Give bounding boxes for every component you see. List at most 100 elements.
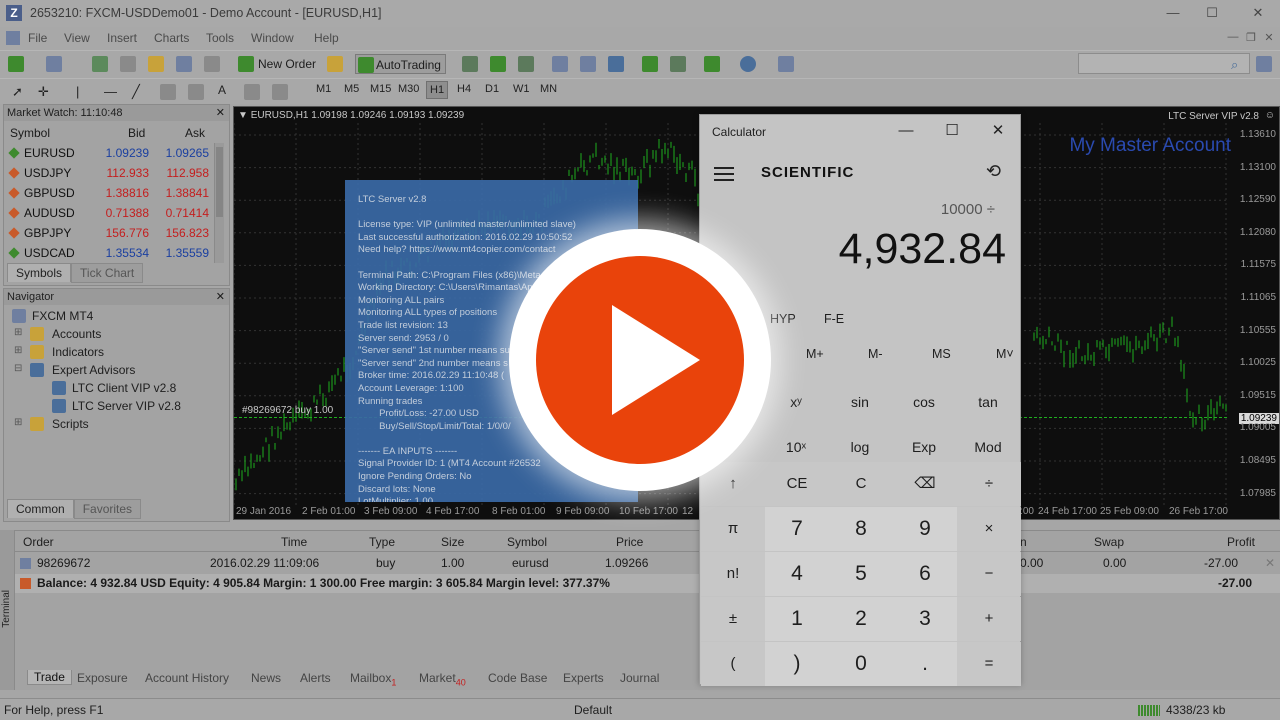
column-symbol[interactable]: Symbol [10, 126, 50, 140]
digit-key[interactable]: 4 [765, 552, 829, 596]
terminal-icon[interactable] [176, 56, 192, 72]
expand-scripts-icon[interactable]: ⊞ [14, 417, 22, 428]
scientific-key[interactable]: sin [828, 380, 892, 424]
menu-insert[interactable]: Insert [107, 31, 137, 45]
calculator-minimize-button[interactable]: — [892, 121, 920, 141]
column-type[interactable]: Type [369, 535, 395, 549]
terminal-tab-market[interactable]: Market40 [419, 671, 466, 687]
market-watch-scrollbar[interactable] [214, 143, 224, 263]
operator-key[interactable]: CE [765, 462, 829, 506]
nav-scripts[interactable]: Scripts [52, 417, 89, 431]
indicators-list-icon[interactable] [704, 56, 720, 72]
hamburger-icon[interactable] [714, 167, 734, 181]
column-symbol[interactable]: Symbol [507, 535, 547, 549]
scientific-key[interactable]: cos [892, 380, 956, 424]
terminal-tab-journal[interactable]: Journal [620, 671, 659, 685]
timeframe-m30[interactable]: M30 [398, 83, 419, 95]
close-button[interactable]: ✕ [1248, 4, 1268, 22]
calculator-close-button[interactable]: ✕ [984, 121, 1012, 141]
digit-key[interactable]: 8 [829, 507, 893, 551]
line-chart-icon[interactable] [518, 56, 534, 72]
nav-ltc-client[interactable]: LTC Client VIP v2.8 [72, 381, 176, 395]
operator-key[interactable]: ⌫ [893, 462, 957, 506]
strategy-tester-icon[interactable] [204, 56, 220, 72]
chart-shift-icon[interactable] [642, 56, 658, 72]
calculator-maximize-button[interactable]: ☐ [938, 121, 966, 141]
digit-key[interactable]: 9 [893, 507, 957, 551]
operator-key[interactable]: − [957, 552, 1021, 596]
tab-tick-chart[interactable]: Tick Chart [71, 263, 144, 283]
tab-symbols[interactable]: Symbols [7, 263, 72, 282]
terminal-tab-exposure[interactable]: Exposure [77, 671, 128, 685]
digit-key[interactable]: 1 [765, 597, 829, 641]
market-watch-row[interactable]: GBPUSD 1.38816 1.38841 [4, 183, 226, 203]
navigator-icon[interactable] [148, 56, 164, 72]
hyp-button[interactable]: HYP [770, 312, 796, 326]
mdi-restore-button[interactable]: ❐ [1244, 31, 1258, 45]
equidistant-channel-icon[interactable] [160, 84, 176, 100]
column-swap[interactable]: Swap [1094, 535, 1124, 549]
crosshair-icon[interactable]: ✛ [38, 84, 54, 100]
operator-key[interactable]: = [957, 642, 1021, 686]
memory-button[interactable]: M˅ [996, 347, 1014, 361]
fibonacci-icon[interactable] [188, 84, 204, 100]
text-icon[interactable]: A [218, 83, 234, 99]
column-size[interactable]: Size [441, 535, 464, 549]
operator-key[interactable]: × [957, 507, 1021, 551]
timeframe-m5[interactable]: M5 [344, 83, 359, 95]
menu-window[interactable]: Window [251, 31, 294, 45]
column-ask[interactable]: Ask [185, 126, 205, 140]
timeframe-m15[interactable]: M15 [370, 83, 391, 95]
operator-key[interactable]: ÷ [957, 462, 1021, 506]
operator-key[interactable]: C [829, 462, 893, 506]
digit-key[interactable]: 6 [893, 552, 957, 596]
horizontal-line-icon[interactable]: — [104, 84, 120, 100]
column-order[interactable]: Order [23, 535, 54, 549]
bar-chart-icon[interactable] [462, 56, 478, 72]
tab-favorites[interactable]: Favorites [73, 499, 142, 519]
scientific-key[interactable]: xʸ [764, 380, 828, 424]
document-icon[interactable] [6, 31, 20, 45]
cursor-icon[interactable]: ➚ [12, 84, 28, 100]
tab-common[interactable]: Common [7, 499, 74, 518]
terminal-tab-account-history[interactable]: Account History [145, 671, 229, 685]
mdi-minimize-button[interactable]: — [1226, 31, 1240, 45]
nav-indicators[interactable]: Indicators [52, 345, 104, 359]
operator-key[interactable]: + [957, 597, 1021, 641]
search-input[interactable] [1078, 53, 1250, 74]
market-watch-row[interactable]: USDJPY 112.933 112.958 [4, 163, 226, 183]
column-time[interactable]: Time [281, 535, 307, 549]
market-watch-close-icon[interactable]: ✕ [216, 106, 225, 119]
fe-button[interactable]: F-E [824, 312, 844, 326]
collapse-experts-icon[interactable]: ⊟ [14, 363, 22, 374]
timeframe-h1[interactable]: H1 [426, 81, 449, 99]
timeframe-mn[interactable]: MN [540, 83, 557, 95]
timeframe-m1[interactable]: M1 [316, 83, 331, 95]
digit-key[interactable]: 7 [765, 507, 829, 551]
operator-key[interactable]: ± [701, 597, 765, 641]
column-price[interactable]: Price [616, 535, 643, 549]
nav-expert-advisors[interactable]: Expert Advisors [52, 363, 135, 377]
terminal-tab-experts[interactable]: Experts [563, 671, 604, 685]
operator-key[interactable]: ( [701, 642, 765, 686]
auto-scroll-icon[interactable] [670, 56, 686, 72]
digit-key[interactable]: . [893, 642, 957, 686]
market-watch-row[interactable]: USDCAD 1.35534 1.35559 [4, 243, 226, 263]
column-profit[interactable]: Profit [1227, 535, 1255, 549]
digit-key[interactable]: 0 [829, 642, 893, 686]
vertical-line-icon[interactable]: | [76, 84, 92, 100]
terminal-tab-alerts[interactable]: Alerts [300, 671, 331, 685]
periods-icon[interactable] [740, 56, 756, 72]
menu-view[interactable]: View [64, 31, 90, 45]
digit-key[interactable]: 3 [893, 597, 957, 641]
new-chart-icon[interactable] [8, 56, 24, 72]
nav-root[interactable]: FXCM MT4 [32, 309, 93, 323]
market-watch-row[interactable]: EURUSD 1.09239 1.09265 [4, 143, 226, 163]
operator-key[interactable]: π [701, 507, 765, 551]
memory-button[interactable]: M+ [806, 347, 824, 361]
history-icon[interactable]: ⟲ [986, 161, 1001, 182]
close-order-icon[interactable]: ✕ [1265, 554, 1275, 573]
candlesticks-icon[interactable] [490, 56, 506, 72]
text-label-icon[interactable] [244, 84, 260, 100]
search-icon[interactable]: ⌕ [1231, 57, 1247, 73]
